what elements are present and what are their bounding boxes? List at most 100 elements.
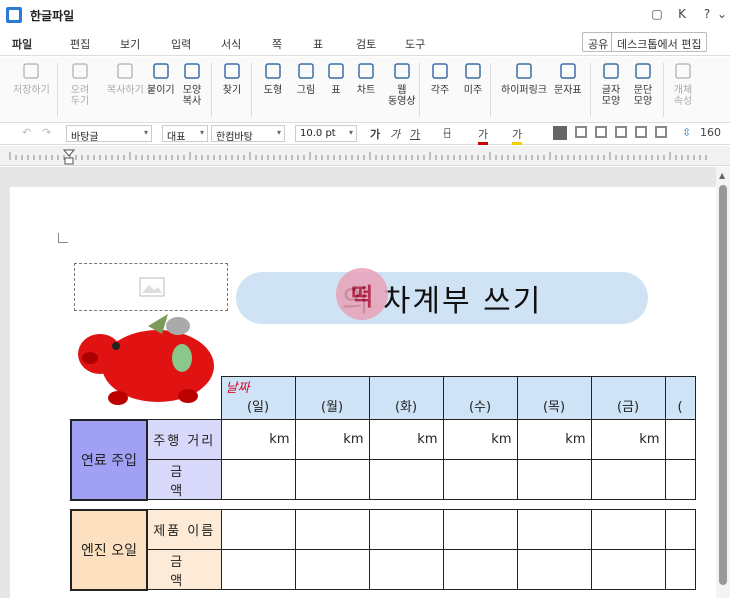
chart-button[interactable]: 차트 [356,61,376,96]
font-size-select[interactable]: 10.0 pt [295,125,357,142]
value-cell[interactable] [664,549,696,590]
char-shape-button[interactable]: 글자 모양 [601,61,621,107]
menu-table[interactable]: 표 [313,36,323,52]
account-button[interactable]: K [673,7,691,21]
date-header[interactable]: (월) [294,376,370,420]
line-spacing-value[interactable]: 160 [700,126,721,139]
web-video-button[interactable]: 웹 동영상 [388,61,416,107]
align-justify-icon[interactable] [553,126,567,140]
bold-button[interactable]: 가 [370,126,380,142]
picture-button[interactable]: 그림 [296,61,316,96]
row-label[interactable]: 주행 거리 [146,419,222,460]
value-cell[interactable] [442,549,518,590]
font-color-button[interactable]: 가 [478,126,489,145]
object-props-button[interactable]: 개체 속성 [673,61,693,107]
symbol-button[interactable]: 문자표 [554,61,582,96]
value-cell[interactable] [368,549,444,590]
value-cell[interactable] [664,419,696,460]
value-cell[interactable] [442,459,518,500]
endnote-button[interactable]: 미주 [463,61,483,96]
style-select[interactable]: 바탕글 [66,125,152,143]
horizontal-ruler[interactable] [0,146,730,166]
value-cell[interactable] [368,459,444,500]
strike-button[interactable]: 가̶ [444,126,451,139]
menu-review[interactable]: 검토 [356,36,376,52]
value-cell[interactable] [442,509,518,550]
cut-button[interactable]: 오려 두기 [70,61,90,107]
group-label[interactable]: 엔진 오일 [70,508,148,591]
vertical-scrollbar[interactable]: ▲ [716,167,730,598]
paste-button[interactable]: 붙이기 [147,61,175,96]
para-shape-button[interactable]: 문단 모양 [633,61,653,107]
desktop-edit-button[interactable]: 데스크톱에서 편집 [611,32,708,52]
value-cell[interactable] [220,459,296,500]
image-placeholder[interactable] [74,263,228,311]
italic-button[interactable]: 가 [390,126,400,142]
date-header[interactable]: (금) [590,376,666,420]
menu-tools[interactable]: 도구 [405,36,425,52]
value-cell[interactable] [368,509,444,550]
chat-icon[interactable]: ▢ [648,7,666,21]
more-icon[interactable]: ⌄ [713,7,730,21]
line-spacing-icon[interactable]: ⇳ [682,126,691,139]
app-title: 한글파일 [30,8,75,23]
copy-button[interactable]: 복사하기 [107,61,144,96]
share-button[interactable]: 공유 [582,32,615,52]
value-cell[interactable]: km [442,419,518,460]
value-cell[interactable] [220,549,296,590]
value-cell[interactable]: km [294,419,370,460]
font-select[interactable]: 한컴바탕 [211,125,285,143]
value-cell[interactable] [516,549,592,590]
document-title[interactable]: 의 차계부 쓰기 [236,272,648,324]
row-label[interactable]: 금 액 [146,549,222,590]
align-split-icon[interactable] [655,126,667,138]
value-cell[interactable] [590,459,666,500]
find-button[interactable]: 찾기 [222,61,242,96]
menu-insert[interactable]: 입력 [171,36,191,52]
value-cell[interactable]: km [368,419,444,460]
scroll-thumb[interactable] [719,185,727,585]
align-left-icon[interactable] [575,126,587,138]
menu-page[interactable]: 쪽 [272,36,282,52]
language-select[interactable]: 대표 [162,125,208,143]
value-cell[interactable]: km [516,419,592,460]
menu-view[interactable]: 보기 [120,36,140,52]
row-label[interactable]: 제품 이름 [146,509,222,550]
format-copy-button[interactable]: 모양 복사 [182,61,202,107]
value-cell[interactable] [590,549,666,590]
scroll-up-icon[interactable]: ▲ [719,171,725,180]
table-button[interactable]: 표 [326,61,346,96]
value-cell[interactable] [220,509,296,550]
value-cell[interactable] [516,509,592,550]
menu-file[interactable]: 파일 [12,36,32,52]
underline-button[interactable]: 가 [410,126,420,142]
date-header[interactable]: (화) [368,376,444,420]
value-cell[interactable] [516,459,592,500]
date-header[interactable]: 날짜 (일) [220,376,296,420]
undo-icon[interactable]: ↶ [22,126,31,139]
date-header[interactable]: ( [664,376,696,420]
menu-edit[interactable]: 편집 [70,36,90,52]
value-cell[interactable]: km [590,419,666,460]
align-center-icon[interactable] [595,126,607,138]
align-distribute-icon[interactable] [635,126,647,138]
menu-format[interactable]: 서식 [221,36,241,52]
date-header[interactable]: (수) [442,376,518,420]
value-cell[interactable] [294,459,370,500]
group-label[interactable]: 연료 주입 [70,418,148,501]
value-cell[interactable] [590,509,666,550]
value-cell[interactable] [294,549,370,590]
footnote-button[interactable]: 각주 [430,61,450,96]
highlight-button[interactable]: 가 [512,126,523,145]
value-cell[interactable] [664,509,696,550]
value-cell[interactable] [294,509,370,550]
align-right-icon[interactable] [615,126,627,138]
date-header[interactable]: (목) [516,376,592,420]
hyperlink-button[interactable]: 하이퍼링크 [501,61,547,96]
redo-icon[interactable]: ↷ [42,126,51,139]
save-button[interactable]: 저장하기 [13,61,50,96]
value-cell[interactable] [664,459,696,500]
row-label[interactable]: 금 액 [146,459,222,500]
value-cell[interactable]: km [220,419,296,460]
shape-button[interactable]: 도형 [263,61,283,96]
